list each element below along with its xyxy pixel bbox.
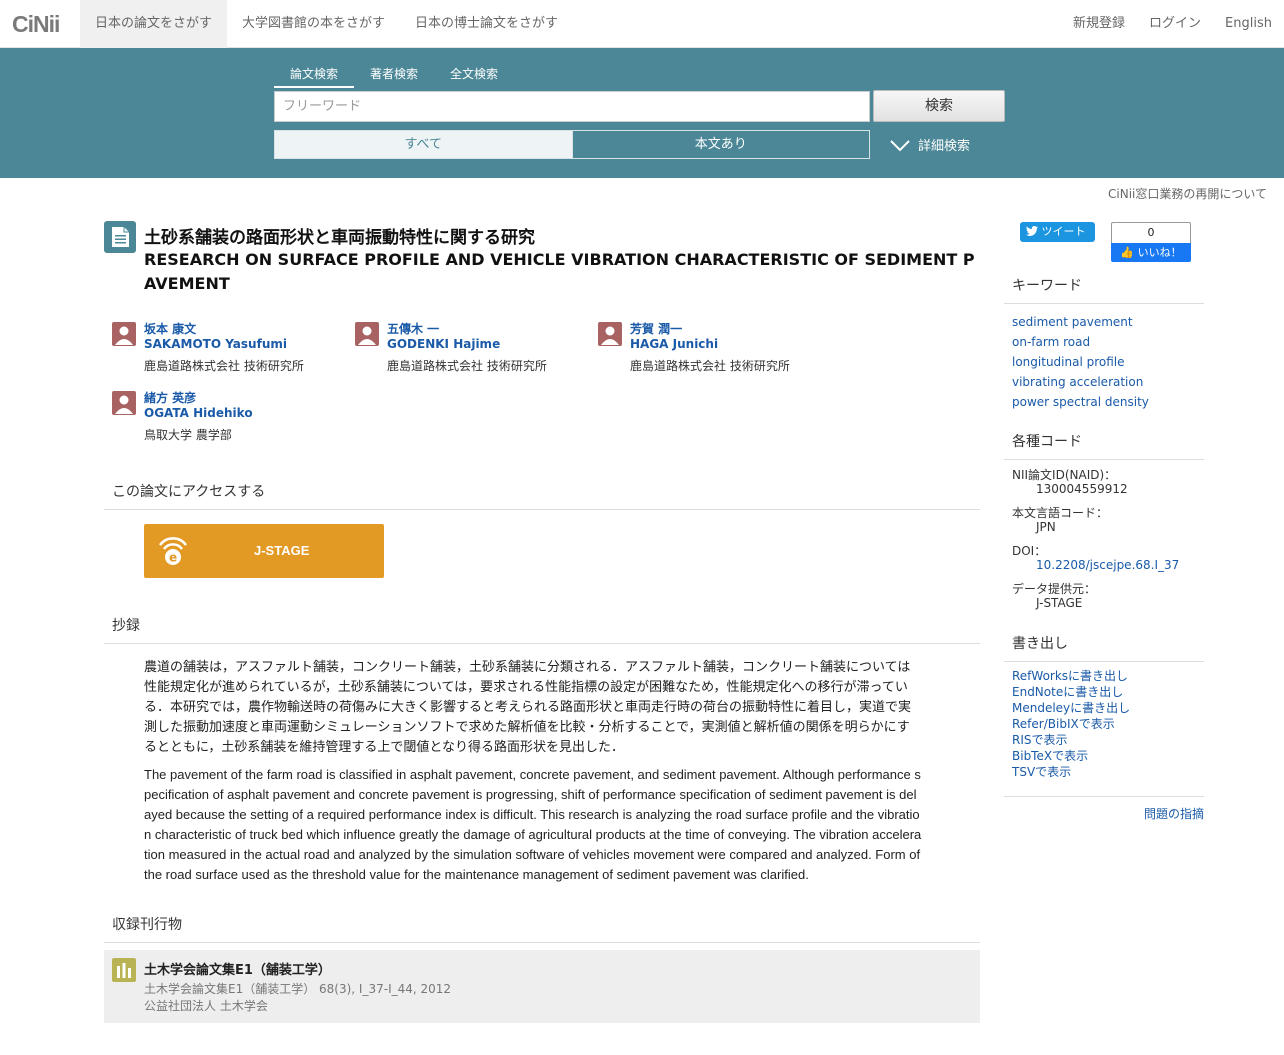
author-name-en[interactable]: OGATA Hidehiko (144, 406, 253, 420)
nav-papers[interactable]: 日本の論文をさがす (80, 0, 228, 48)
author-name[interactable]: 緒方 英彦 OGATA Hidehiko (144, 391, 253, 421)
person-icon (598, 322, 622, 346)
keyword-link[interactable]: longitudinal profile (1012, 352, 1149, 372)
export-mendeley-link[interactable]: Mendeleyに書き出し (1012, 700, 1130, 716)
facebook-like-widget[interactable]: 0 👍 いいね！ (1111, 222, 1191, 262)
author-affiliation: 鹿島道路株式会社 技術研究所 (630, 359, 790, 373)
nav-books[interactable]: 大学図書館の本をさがす (227, 0, 400, 48)
filter-all[interactable]: すべて (275, 131, 572, 158)
author-name-en[interactable]: GODENKI Hajime (387, 337, 500, 351)
access-heading: この論文にアクセスする (104, 481, 980, 510)
like-label: いいね！ (1137, 246, 1182, 259)
search-input[interactable]: フリーワード (274, 91, 870, 122)
tab-article-search[interactable]: 論文検索 (274, 62, 355, 88)
code-value: JPN (1036, 520, 1056, 534)
export-tsv-link[interactable]: TSVで表示 (1012, 764, 1130, 780)
author-affiliation: 鳥取大学 農学部 (144, 428, 232, 442)
cinii-logo[interactable]: CiNii (12, 11, 60, 38)
chevron-down-icon (890, 138, 910, 152)
author-affiliation: 鹿島道路株式会社 技術研究所 (144, 359, 304, 373)
english-link[interactable]: English (1213, 0, 1284, 48)
code-label: 本文言語コード： (1012, 506, 1109, 520)
code-value: J-STAGE (1036, 596, 1083, 610)
author-name-ja[interactable]: 緒方 英彦 (144, 391, 196, 405)
journal-heading: 収録刊行物 (104, 914, 980, 943)
export-bibtex-link[interactable]: BibTeXで表示 (1012, 748, 1130, 764)
code-label: データ提供元： (1012, 582, 1097, 596)
tweet-label: ツイート (1041, 225, 1086, 238)
advanced-search-label: 詳細検索 (918, 139, 971, 154)
filter-fulltext[interactable]: 本文あり (571, 131, 870, 158)
doi-link[interactable]: 10.2208/jscejpe.68.I_37 (1036, 558, 1179, 572)
author-name[interactable]: 五傳木 一 GODENKI Hajime (387, 322, 500, 352)
keyword-link[interactable]: vibrating acceleration (1012, 372, 1149, 392)
jstage-icon: e (156, 533, 190, 571)
article-title-en: RESEARCH ON SURFACE PROFILE AND VEHICLE … (144, 250, 975, 293)
abstract-heading: 抄録 (104, 615, 980, 644)
author-name-ja[interactable]: 五傳木 一 (387, 322, 439, 336)
jstage-button[interactable]: e J-STAGE (144, 524, 384, 578)
export-refer-link[interactable]: Refer/BibIXで表示 (1012, 716, 1130, 732)
journal-publisher: 公益社団法人 土木学会 (144, 999, 268, 1013)
journal-icon (112, 958, 136, 982)
author-name-en[interactable]: SAKAMOTO Yasufumi (144, 337, 287, 351)
code-label: DOI： (1012, 544, 1047, 558)
search-band: 論文検索 著者検索 全文検索 フリーワード 検索 すべて 本文あり 詳細検索 (0, 48, 1284, 178)
top-right-links: 新規登録 ログイン English (1061, 0, 1284, 48)
tweet-button[interactable]: ツイート (1020, 222, 1095, 242)
author-affiliation: 鹿島道路株式会社 技術研究所 (387, 359, 547, 373)
search-button[interactable]: 検索 (873, 90, 1005, 122)
sidebar-divider (1004, 796, 1204, 797)
author-name[interactable]: 坂本 康文 SAKAMOTO Yasufumi (144, 322, 287, 352)
top-nav: 日本の論文をさがす 大学図書館の本をさがす 日本の博士論文をさがす (80, 0, 573, 48)
journal-detail: 土木学会論文集E1（舗装工学） 68(3), I_37-I_44, 2012 (144, 982, 452, 996)
register-link[interactable]: 新規登録 (1061, 0, 1137, 48)
jstage-label: J-STAGE (254, 543, 310, 558)
keyword-link[interactable]: power spectral density (1012, 392, 1149, 412)
author-name[interactable]: 芳賀 潤一 HAGA Junichi (630, 322, 718, 352)
abstract-en: The pavement of the farm road is classif… (144, 767, 922, 882)
person-icon (355, 322, 379, 346)
person-icon (112, 322, 136, 346)
tab-author-search[interactable]: 著者検索 (354, 62, 434, 88)
author-name-ja[interactable]: 坂本 康文 (144, 322, 196, 336)
keyword-list: sediment pavement on-farm road longitudi… (1012, 312, 1149, 412)
document-icon (104, 221, 136, 253)
svg-text:e: e (169, 551, 177, 565)
code-label: NII論文ID(NAID)： (1012, 468, 1117, 482)
login-link[interactable]: ログイン (1137, 0, 1213, 48)
nav-dissertations[interactable]: 日本の博士論文をさがす (400, 0, 573, 48)
journal-card: 土木学会論文集E1（舗装工学） 土木学会論文集E1（舗装工学） 68(3), I… (104, 950, 980, 1023)
notice-link[interactable]: CiNii窓口業務の再開について (1108, 185, 1267, 202)
tab-fulltext-search[interactable]: 全文検索 (434, 62, 514, 88)
keywords-heading: キーワード (1004, 275, 1204, 304)
code-value: 130004559912 (1036, 482, 1128, 496)
report-problem-link[interactable]: 問題の指摘 (1144, 805, 1204, 822)
export-endnote-link[interactable]: EndNoteに書き出し (1012, 684, 1130, 700)
author-name-ja[interactable]: 芳賀 潤一 (630, 322, 682, 336)
top-bar: CiNii 日本の論文をさがす 大学図書館の本をさがす 日本の博士論文をさがす … (0, 0, 1284, 48)
codes-heading: 各種コード (1004, 431, 1204, 460)
export-ris-link[interactable]: RISで表示 (1012, 732, 1130, 748)
keyword-link[interactable]: sediment pavement (1012, 312, 1149, 332)
journal-title[interactable]: 土木学会論文集E1（舗装工学） (144, 959, 331, 978)
person-icon (112, 391, 136, 415)
search-tabs: 論文検索 著者検索 全文検索 (274, 62, 514, 88)
like-count: 0 (1111, 222, 1191, 243)
export-list: RefWorksに書き出し EndNoteに書き出し Mendeleyに書き出し… (1012, 668, 1130, 780)
export-refworks-link[interactable]: RefWorksに書き出し (1012, 668, 1130, 684)
abstract-ja: 農道の舗装は，アスファルト舗装，コンクリート舗装，土砂系舗装に分類される．アスフ… (144, 660, 912, 755)
article-title-ja: 土砂系舗装の路面形状と車両振動特性に関する研究 (144, 228, 535, 248)
like-button[interactable]: 👍 いいね！ (1111, 243, 1191, 262)
availability-filter: すべて 本文あり (274, 130, 870, 159)
thumbs-up-icon: 👍 (1120, 246, 1135, 259)
author-name-en[interactable]: HAGA Junichi (630, 337, 718, 351)
twitter-icon (1026, 225, 1042, 238)
advanced-search-toggle[interactable]: 詳細検索 (890, 135, 970, 154)
keyword-link[interactable]: on-farm road (1012, 332, 1149, 352)
export-heading: 書き出し (1004, 633, 1204, 662)
